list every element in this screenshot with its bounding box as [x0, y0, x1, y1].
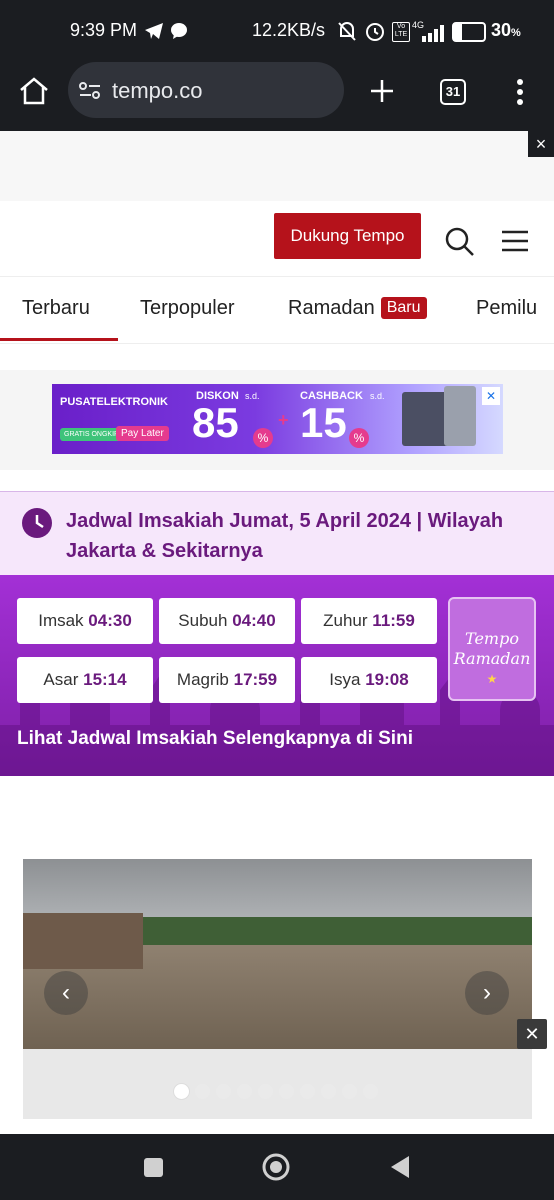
time-isya: Isya 19:08: [301, 657, 437, 703]
time-zuhur: Zuhur 11:59: [301, 598, 437, 644]
imsakiah-title[interactable]: Jadwal Imsakiah Jumat, 5 April 2024 | Wi…: [66, 506, 536, 566]
ad-cashback-sd: s.d.: [370, 391, 385, 401]
slider-dot[interactable]: [237, 1084, 252, 1099]
mute-bell-icon: [338, 22, 356, 41]
ad-cashback-value: 15: [300, 399, 347, 446]
volte-icon: Vo LTE: [392, 22, 410, 42]
alarm-icon: [366, 23, 384, 41]
signal-icon: [422, 25, 444, 42]
hamburger-menu-icon[interactable]: [500, 228, 530, 254]
clock-icon: [22, 508, 52, 538]
star-icon: ★: [486, 672, 498, 686]
active-tab-indicator: [0, 338, 118, 341]
ad-fridge-image: [444, 386, 476, 446]
slider-prev-button[interactable]: ‹: [44, 971, 88, 1015]
slider-dot[interactable]: [216, 1084, 231, 1099]
time-imsak: Imsak 04:30: [17, 598, 153, 644]
ad-plus: +: [278, 410, 289, 430]
slider-dot[interactable]: [342, 1084, 357, 1099]
search-icon[interactable]: [444, 226, 476, 258]
news-image-slider[interactable]: ‹ ›: [23, 859, 532, 1119]
tab-switcher-icon[interactable]: 31: [440, 79, 466, 105]
battery-icon: [452, 22, 486, 42]
new-tab-icon[interactable]: [369, 78, 395, 104]
battery-level: 30%: [491, 20, 521, 40]
imsakiah-full-link[interactable]: Lihat Jadwal Imsakiah Selengkapnya di Si…: [17, 728, 413, 750]
tab-ramadan[interactable]: Ramadan Baru: [288, 297, 427, 320]
time-magrib: Magrib 17:59: [159, 657, 295, 703]
category-nav: Terbaru Terpopuler Ramadan Baru Pemilu: [0, 276, 554, 344]
tab-ramadan-label: Ramadan: [288, 297, 375, 319]
slider-dot[interactable]: [258, 1084, 273, 1099]
status-bar: 9:39 PM 12.2KB/s Vo LTE 4G 30%: [0, 0, 554, 62]
tab-terbaru[interactable]: Terbaru: [22, 297, 90, 320]
ad-diskon-sd: s.d.: [245, 391, 260, 401]
ad-close-button[interactable]: ×: [528, 131, 554, 157]
imsakiah-schedule: Imsak 04:30 Subuh 04:40 Zuhur 11:59 Asar…: [0, 575, 554, 776]
slider-dot[interactable]: [363, 1084, 378, 1099]
ad-brand: PUSATELEKTRONIK: [60, 396, 168, 408]
slider-dot[interactable]: [174, 1084, 189, 1099]
new-badge: Baru: [380, 297, 427, 319]
ad-tag-ongkir: GRATIS ONGKIR: [60, 428, 124, 441]
system-navigation-bar: [0, 1134, 554, 1200]
banner-ad[interactable]: PUSATELEKTRONIK GRATIS ONGKIR Pay Later …: [52, 384, 503, 454]
overlay-close-button[interactable]: ✕: [517, 1019, 547, 1049]
ad-tag-paylater: Pay Later: [116, 426, 169, 441]
url-text[interactable]: tempo.co: [112, 78, 203, 104]
ad-close-icon[interactable]: ✕: [482, 387, 500, 405]
support-button[interactable]: Dukung Tempo: [274, 213, 421, 259]
network-speed: 12.2KB/s: [252, 20, 326, 40]
recents-icon[interactable]: [144, 1158, 163, 1177]
browser-toolbar: tempo.co 31: [0, 62, 554, 132]
address-bar[interactable]: tempo.co: [68, 62, 344, 118]
home-circle-icon[interactable]: [261, 1152, 291, 1182]
clock-time: 9:39 PM: [70, 20, 138, 40]
logo-line-2: Ramadan: [453, 649, 531, 668]
home-icon[interactable]: [18, 76, 50, 106]
slider-dot[interactable]: [321, 1084, 336, 1099]
slider-dot[interactable]: [279, 1084, 294, 1099]
ad-diskon-percent: %: [253, 428, 273, 448]
time-subuh: Subuh 04:40: [159, 598, 295, 644]
slider-dot[interactable]: [300, 1084, 315, 1099]
ad-diskon-value: 85: [192, 399, 239, 446]
menu-icon[interactable]: [514, 78, 526, 106]
slider-next-button[interactable]: ›: [465, 971, 509, 1015]
back-icon[interactable]: [388, 1154, 412, 1180]
time-asar: Asar 15:14: [17, 657, 153, 703]
chat-bubble-icon: [171, 23, 187, 39]
ad-placeholder: [0, 131, 554, 201]
imsakiah-header: Jadwal Imsakiah Jumat, 5 April 2024 | Wi…: [0, 491, 554, 576]
slide-caption-area: [23, 1049, 532, 1119]
slide-houses: [23, 913, 143, 969]
logo-line-1: Tempo: [465, 629, 519, 648]
slider-dot[interactable]: [195, 1084, 210, 1099]
tab-terpopuler[interactable]: Terpopuler: [140, 297, 235, 320]
site-settings-icon[interactable]: [78, 80, 102, 102]
telegram-icon: [145, 23, 163, 39]
tab-pemilu[interactable]: Pemilu: [476, 297, 537, 320]
tempo-ramadan-logo: Tempo Ramadan ★: [448, 597, 536, 701]
ad-cashback-percent: %: [349, 428, 369, 448]
